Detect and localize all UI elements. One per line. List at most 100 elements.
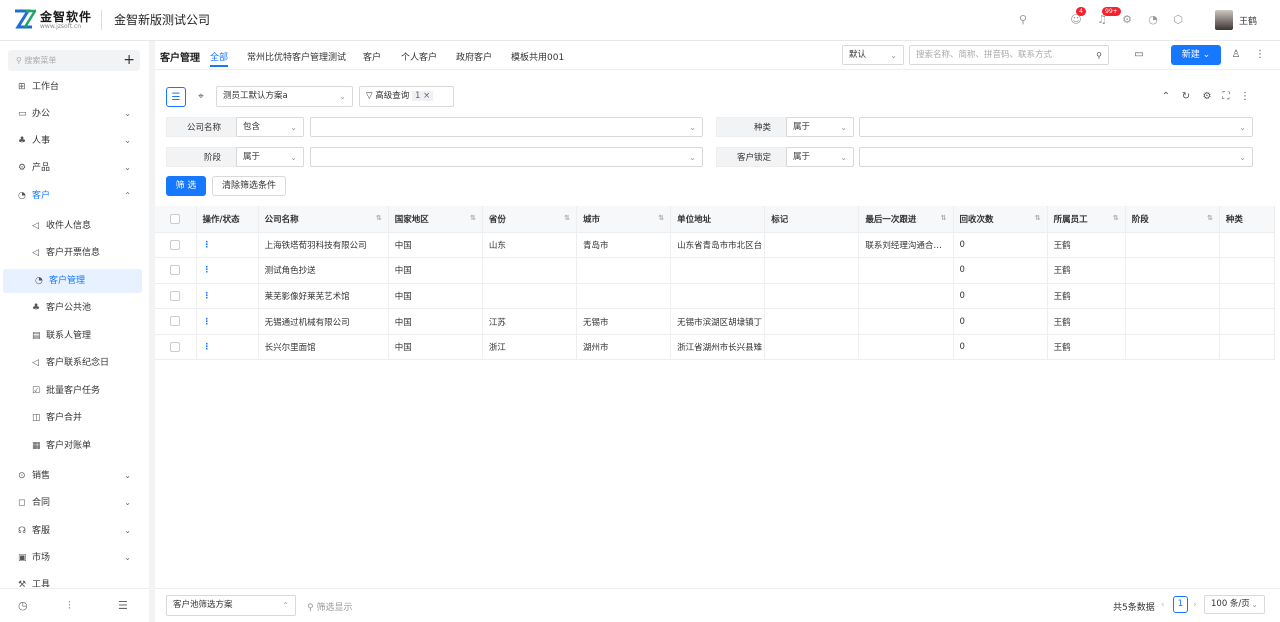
table-cell[interactable]: 长兴尔里面馆	[258, 334, 389, 361]
more-icon[interactable]: ⋮	[1252, 47, 1268, 63]
col-city[interactable]: 城市 ⇅	[576, 206, 672, 233]
next-page-icon[interactable]: ›	[1193, 600, 1197, 610]
search-input[interactable]: 搜索名称、简称、拼音码、联系方式 ⚲	[909, 45, 1109, 65]
filter-value-type[interactable]: ⌄	[859, 117, 1253, 137]
table-row[interactable]: ⋮ 长兴尔里面馆 中国 浙江 湖州市 浙江省湖州市长兴县雉 0 王鹤	[155, 334, 1276, 361]
theme-icon[interactable]: ◔	[1145, 12, 1161, 28]
tab-government[interactable]: 政府客户	[456, 50, 492, 63]
scheme-select[interactable]: 测员工默认方案a ⌄	[216, 86, 353, 107]
sidebar-item-product[interactable]: ⚙ 产品 ⌄	[0, 156, 149, 180]
list-view-icon[interactable]: ☰	[166, 87, 186, 107]
menu-search-input[interactable]: ⚲ 搜索菜单 +	[8, 50, 140, 71]
search-icon[interactable]: ⚲	[1015, 12, 1031, 28]
sidebar-item-hr[interactable]: ♣ 人事 ⌄	[0, 129, 149, 153]
row-checkbox[interactable]	[155, 308, 197, 335]
settings-icon[interactable]: ⚙	[1119, 12, 1135, 28]
col-recycle-count[interactable]: 回收次数 ⇅	[953, 206, 1048, 233]
table-row[interactable]: ⋮ 莱芜影像好莱芜艺术馆 中国 0 王鹤	[155, 283, 1276, 310]
tab-changzhou[interactable]: 常州比优特客户管理测试	[247, 50, 346, 63]
company-name[interactable]: 金智新版测试公司	[101, 10, 210, 30]
sidebar-item-service[interactable]: ☊ 客服 ⌄	[0, 519, 149, 543]
sidebar-item-market[interactable]: ▣ 市场 ⌄	[0, 546, 149, 570]
col-stage[interactable]: 阶段 ⇅	[1125, 206, 1220, 233]
tab-all[interactable]: 全部	[210, 50, 229, 67]
tab-personal[interactable]: 个人客户	[401, 50, 437, 63]
user-notify-icon[interactable]: ☺ 4	[1068, 7, 1086, 28]
col-province[interactable]: 省份 ⇅	[482, 206, 578, 233]
row-action-icon[interactable]: ⋮	[196, 334, 259, 361]
add-icon[interactable]: +	[123, 50, 135, 71]
search-icon[interactable]: ⚲	[1096, 46, 1102, 65]
row-checkbox[interactable]	[155, 334, 197, 361]
sidebar-subitem[interactable]: ♣ 客户公共池	[0, 296, 149, 320]
more-icon[interactable]: ⋮	[1237, 89, 1253, 105]
view-select[interactable]: 默认 ⌄	[842, 45, 904, 65]
row-checkbox[interactable]	[155, 283, 197, 310]
refresh-icon[interactable]: ↻	[1178, 89, 1194, 105]
row-action-icon[interactable]: ⋮	[196, 308, 259, 335]
sidebar-subitem[interactable]: ☑ 批量客户任务	[0, 379, 149, 403]
sidebar-item-tools[interactable]: ⚒ 工具	[0, 573, 149, 587]
tab-customer[interactable]: 客户	[363, 50, 381, 63]
row-checkbox[interactable]	[155, 232, 197, 259]
sort-icon[interactable]: ⇅	[470, 214, 476, 222]
sidebar-item-office[interactable]: ▭ 办公 ⌄	[0, 102, 149, 126]
sort-icon[interactable]: ⇅	[1035, 214, 1041, 222]
sidebar-subitem[interactable]: ◁ 收件人信息	[0, 214, 149, 238]
sort-icon[interactable]: ⇅	[1113, 214, 1119, 222]
table-cell[interactable]: 联系刘经理沟通合…	[858, 232, 954, 259]
table-cell[interactable]	[858, 257, 954, 284]
table-cell[interactable]: 莱芜影像好莱芜艺术馆	[258, 283, 389, 310]
filter-show-toggle[interactable]: ⚲ 筛选显示	[307, 600, 352, 613]
history-icon[interactable]: ◷	[18, 599, 28, 612]
pool-scheme-select[interactable]: 客户池筛选方案 ⌃	[166, 595, 296, 616]
fullscreen-icon[interactable]: ⛶	[1218, 89, 1234, 105]
bell-icon[interactable]: ♫ 99+	[1094, 7, 1121, 28]
clear-filter-button[interactable]: 清除筛选条件	[212, 176, 286, 196]
page-size-select[interactable]: 100 条/页 ⌄	[1204, 595, 1265, 614]
col-country[interactable]: 国家地区 ⇅	[388, 206, 483, 233]
help-icon[interactable]: ⬡	[1170, 12, 1186, 28]
sidebar-subitem[interactable]: ▤ 联系人管理	[0, 324, 149, 348]
new-button[interactable]: 新建 ⌄	[1171, 45, 1221, 65]
filter-value-lock[interactable]: ⌄	[859, 147, 1253, 167]
tab-template[interactable]: 模板共用001	[511, 50, 564, 63]
select-all-checkbox[interactable]	[155, 206, 197, 233]
table-cell[interactable]	[858, 283, 954, 310]
avatar[interactable]	[1215, 10, 1233, 30]
col-company[interactable]: 公司名称 ⇅	[258, 206, 389, 233]
sidebar-subitem[interactable]: ▦ 客户对账单	[0, 434, 149, 458]
sort-icon[interactable]: ⇅	[941, 214, 947, 222]
sidebar-item-sales[interactable]: ⊙ 销售 ⌄	[0, 464, 149, 488]
filter-value-stage[interactable]: ⌄	[310, 147, 703, 167]
row-action-icon[interactable]: ⋮	[196, 257, 259, 284]
table-cell[interactable]	[858, 308, 954, 335]
row-checkbox[interactable]	[155, 257, 197, 284]
sidebar-subitem[interactable]: ◫ 客户合并	[0, 406, 149, 430]
table-row[interactable]: ⋮ 上海铁塔荀羽科技有限公司 中国 山东 青岛市 山东省青岛市市北区台 联系刘经理沟通合… 0…	[155, 232, 1276, 259]
filter-op-type[interactable]: 属于 ⌄	[786, 117, 854, 137]
prev-page-icon[interactable]: ‹	[1161, 600, 1165, 610]
table-cell[interactable]	[858, 334, 954, 361]
sidebar-item-contract[interactable]: ◻ 合同 ⌄	[0, 491, 149, 515]
sidebar-subitem-active[interactable]: ◔ 客户管理	[3, 269, 142, 293]
table-cell[interactable]: 无锡通过机械有限公司	[258, 308, 389, 335]
user-name[interactable]: 王鹤	[1239, 14, 1257, 27]
table-row[interactable]: ⋮ 测试角色抄送 中国 0 王鹤	[155, 257, 1276, 284]
sidebar-subitem[interactable]: ◁ 客户联系纪念日	[0, 351, 149, 375]
table-cell[interactable]: 上海铁塔荀羽科技有限公司	[258, 232, 389, 259]
sidebar-item-customer[interactable]: ◔ 客户 ⌃	[0, 184, 149, 208]
pin-icon[interactable]: ⫶	[68, 599, 71, 613]
sort-icon[interactable]: ⇅	[1207, 214, 1213, 222]
collapse-icon[interactable]: ☰	[118, 599, 128, 612]
user-icon[interactable]: ♙	[1228, 47, 1244, 63]
col-owner[interactable]: 所属员工 ⇅	[1047, 206, 1126, 233]
sort-icon[interactable]: ⇅	[658, 214, 664, 222]
filter-op-lock[interactable]: 属于 ⌄	[786, 147, 854, 167]
advanced-count-badge[interactable]: 1 ×	[411, 91, 434, 101]
location-icon[interactable]: ⌖	[193, 89, 209, 105]
advanced-query-button[interactable]: ▽ 高级查询 1 ×	[359, 86, 454, 107]
sort-icon[interactable]: ⇅	[376, 214, 382, 222]
table-row[interactable]: ⋮ 无锡通过机械有限公司 中国 江苏 无锡市 无锡市滨湖区胡埭镇丁 0 王鹤	[155, 308, 1276, 335]
row-action-icon[interactable]: ⋮	[196, 283, 259, 310]
